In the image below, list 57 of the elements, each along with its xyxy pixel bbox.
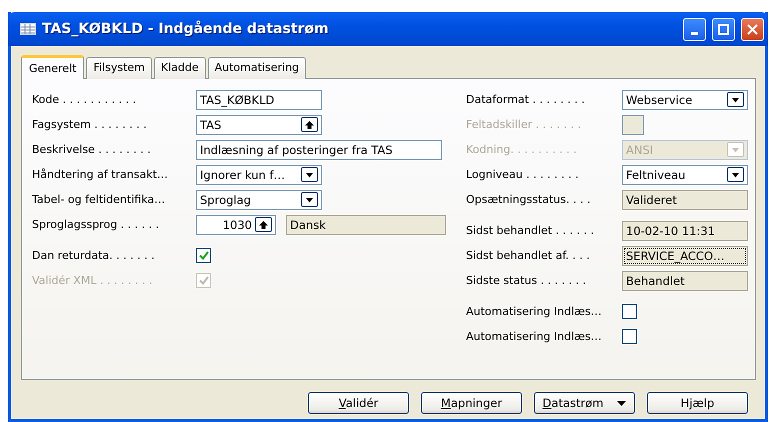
table-icon	[20, 23, 36, 35]
tab[interactable]: Generelt	[21, 55, 84, 79]
lookup-field[interactable]: 1030	[196, 214, 276, 234]
dropdown-icon[interactable]	[727, 92, 744, 107]
dialog-button[interactable]: Mapninger	[421, 392, 522, 414]
minimize-icon	[691, 32, 698, 34]
dropdown-icon[interactable]	[727, 167, 744, 182]
dialog-button[interactable]: Datastrøm	[534, 392, 635, 414]
field-label: Sidst behandlet af. . . .	[466, 249, 591, 262]
checkbox[interactable]	[196, 248, 211, 263]
field-label: Fagsystem . . . . . . . .	[32, 118, 148, 131]
field-label: Dataformat . . . . . . . .	[466, 93, 586, 106]
dropdown-icon[interactable]	[301, 167, 318, 182]
checkbox[interactable]	[622, 329, 637, 344]
field-label: Tabel- og feltidentifika…	[32, 193, 166, 206]
field-label: Dan returdata. . . . . . .	[32, 249, 156, 262]
minimize-button[interactable]	[683, 18, 706, 40]
lookup-icon[interactable]	[255, 217, 272, 232]
readonly-field: SERVICE_ACCO…	[622, 246, 748, 266]
close-button[interactable]	[741, 18, 764, 40]
field-label: Sproglagssprog . . . . . .	[32, 218, 160, 231]
field-label: Kode . . . . . . . . . . .	[32, 93, 138, 106]
close-icon	[747, 24, 758, 34]
field-label: Feltadskiller . . . . . . .	[466, 118, 582, 131]
text-field[interactable]: TAS_KØBKLD	[196, 90, 322, 110]
readonly-field: 10-02-10 11:31	[622, 220, 748, 240]
maximize-icon	[718, 24, 729, 34]
lookup-field[interactable]: TAS	[196, 114, 322, 134]
caret-icon	[617, 400, 626, 406]
dropdown-icon[interactable]	[301, 192, 318, 207]
field-label: Validér XML . . . . . . . .	[32, 274, 154, 287]
lookup-icon[interactable]	[301, 117, 318, 132]
dialog-button[interactable]: Hjælp	[647, 392, 748, 414]
field-label: Beskrivelse . . . . . . . .	[32, 143, 152, 156]
maximize-button[interactable]	[712, 18, 735, 40]
dialog-button[interactable]: Validér	[308, 392, 409, 414]
field-label: Automatisering Indlæs…	[466, 330, 603, 343]
readonly-field: Behandlet	[622, 270, 748, 290]
tab[interactable]: Filsystem	[86, 57, 152, 79]
tab[interactable]: Kladde	[154, 57, 206, 79]
field-label: Kodning. . . . . . . . . .	[466, 143, 578, 156]
field-label: Sidste status . . . . . . .	[466, 274, 588, 287]
dropdown-field[interactable]: Ignorer kun f…	[196, 164, 322, 184]
field-label: Logniveau . . . . . . . .	[466, 168, 580, 181]
dropdown-field[interactable]: Feltniveau	[622, 164, 748, 184]
readonly-field: Valideret	[622, 190, 748, 210]
field-label: Sidst behandlet . . . . . .	[466, 224, 596, 237]
tab[interactable]: Automatisering	[208, 57, 306, 79]
field-label: Håndtering af transakt…	[32, 168, 169, 181]
readonly-field: Dansk	[286, 214, 446, 234]
checkbox[interactable]	[622, 304, 637, 319]
dropdown-field[interactable]: Webservice	[622, 90, 748, 110]
dropdown-field[interactable]: Sproglag	[196, 190, 322, 210]
text-field[interactable]: Indlæsning af posteringer fra TAS	[196, 140, 442, 160]
field-label: Automatisering Indlæs…	[466, 305, 603, 318]
window-title: TAS_KØBKLD - Indgående datastrøm	[42, 21, 330, 37]
field-label: Opsætningsstatus. . . .	[466, 193, 592, 206]
